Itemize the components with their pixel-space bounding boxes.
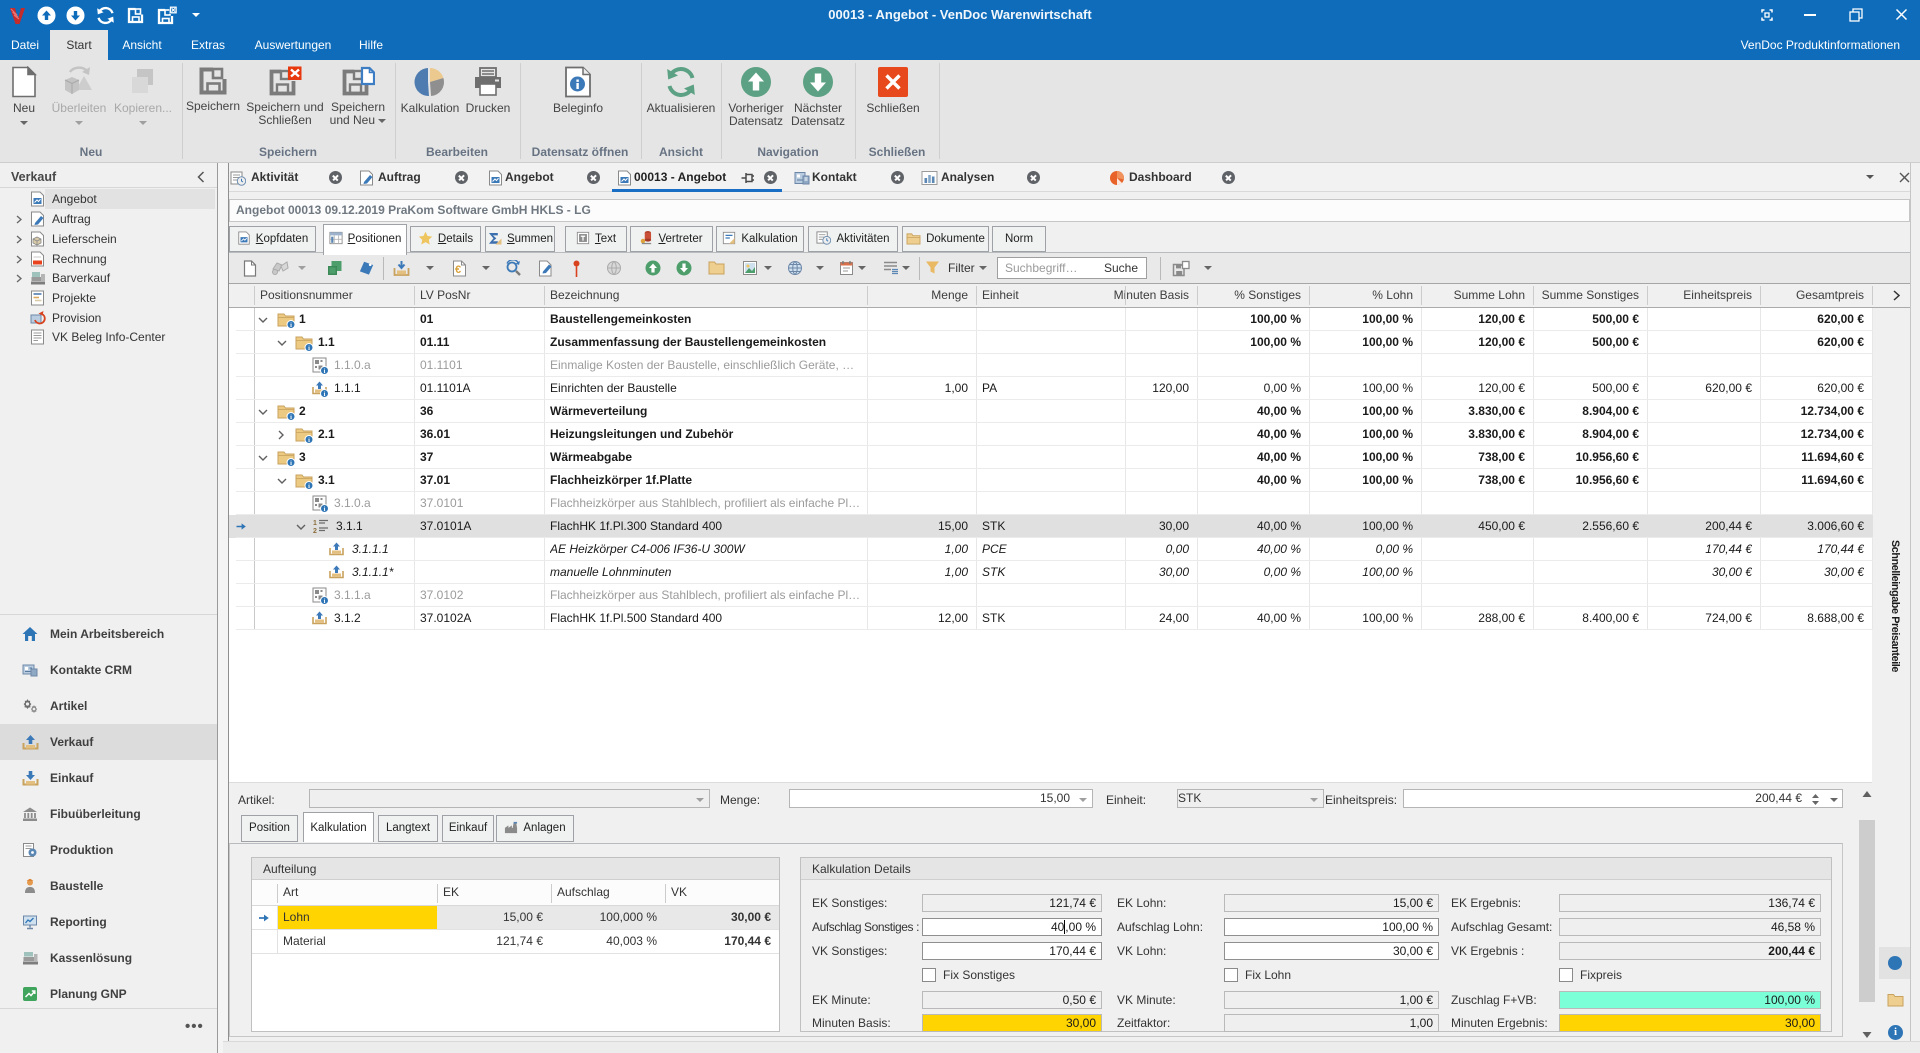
svg-text:€: € [455, 264, 461, 276]
